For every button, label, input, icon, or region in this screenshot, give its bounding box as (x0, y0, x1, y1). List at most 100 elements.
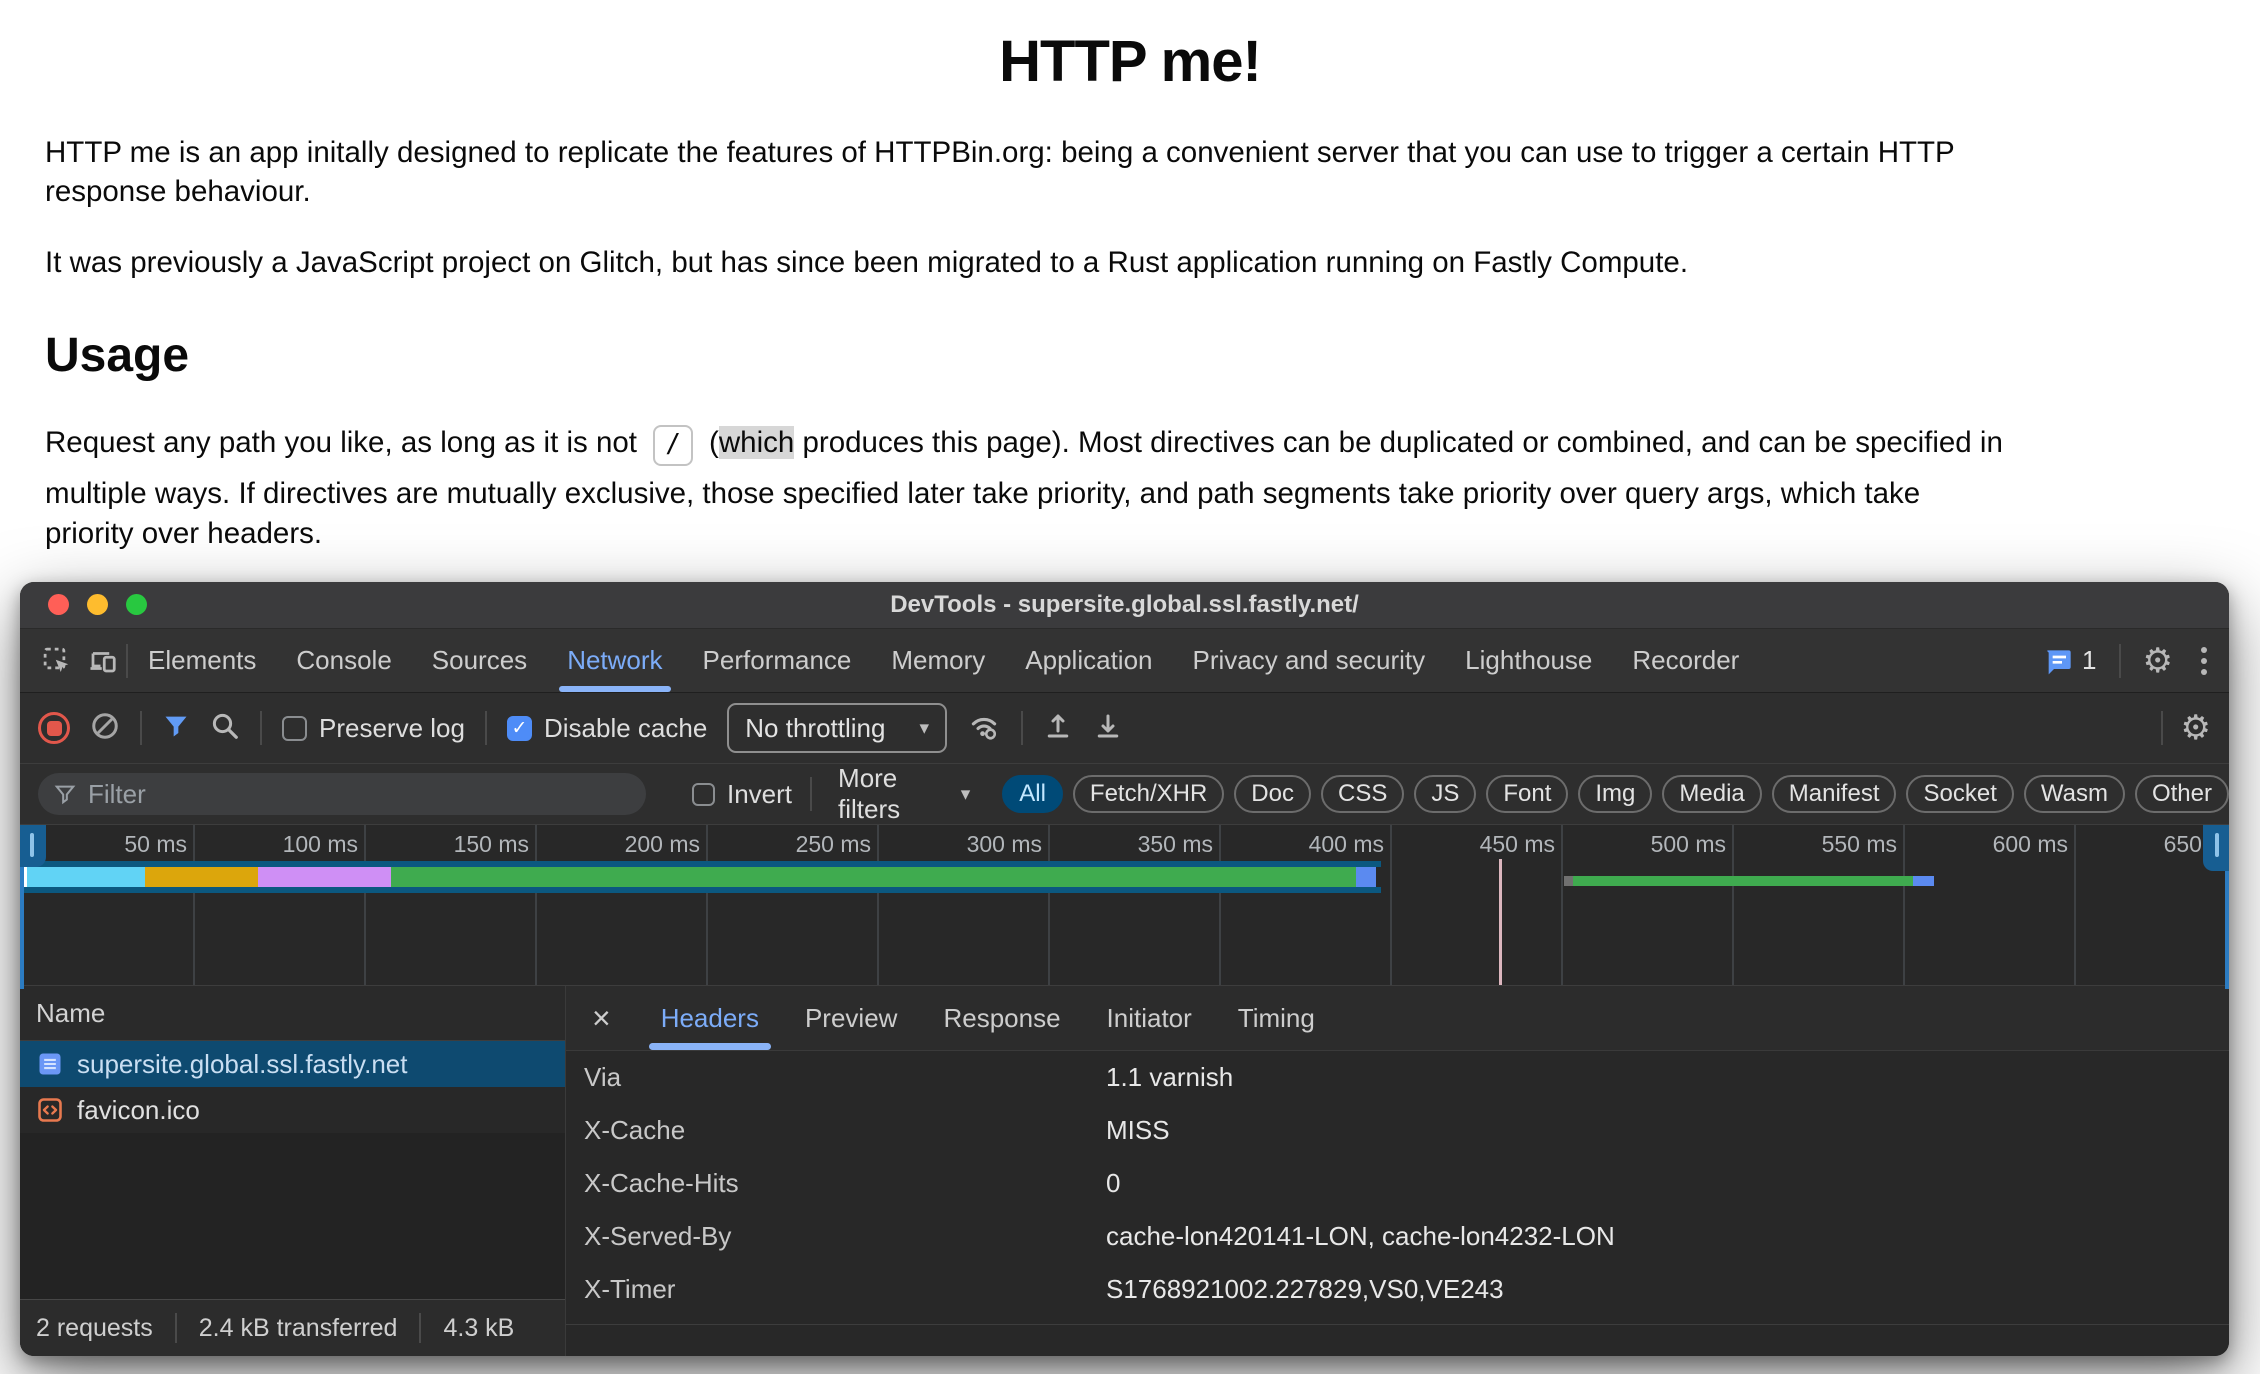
detail-tab-response[interactable]: Response (943, 986, 1060, 1050)
filter-chip-wasm[interactable]: Wasm (2024, 775, 2125, 813)
timeline-gridline (1219, 825, 1221, 989)
filter-chip-other[interactable]: Other (2135, 775, 2229, 813)
issues-bubble-icon (2042, 645, 2074, 677)
usage-line: Request any path you like, as long as it… (45, 423, 2215, 466)
waterfall-segment (1573, 876, 1913, 886)
timeline-gridline (193, 825, 195, 989)
overview-left-grip[interactable] (20, 825, 46, 867)
header-row: X-Cache-Hits0 (566, 1157, 2229, 1210)
filter-chip-fetch-xhr[interactable]: Fetch/XHR (1073, 775, 1224, 813)
header-value: MISS (1106, 1115, 1170, 1146)
filter-input[interactable]: Filter (38, 773, 646, 815)
tab-console[interactable]: Console (276, 629, 411, 692)
page-title: HTTP me! (0, 28, 2260, 95)
status-item: 2 requests (36, 1314, 153, 1343)
overview-right-grip[interactable] (2203, 825, 2229, 871)
timeline-gridline (535, 825, 537, 989)
divider (260, 711, 262, 745)
clear-icon[interactable] (90, 711, 120, 746)
import-har-icon[interactable] (1043, 711, 1073, 746)
issues-button[interactable]: 1 (2042, 645, 2096, 677)
timeline-tick-label: 250 ms (721, 831, 871, 858)
record-icon[interactable] (38, 712, 70, 744)
zoom-window-button[interactable] (126, 594, 147, 615)
filter-chip-css[interactable]: CSS (1321, 775, 1404, 813)
export-har-icon[interactable] (1093, 711, 1123, 746)
settings-gear-icon[interactable]: ⚙ (2143, 644, 2173, 678)
filter-placeholder: Filter (88, 779, 146, 810)
tab-memory[interactable]: Memory (871, 629, 1005, 692)
tab-recorder[interactable]: Recorder (1612, 629, 1759, 692)
tab-application[interactable]: Application (1005, 629, 1172, 692)
filter-chip-doc[interactable]: Doc (1234, 775, 1311, 813)
timeline-tick-label: 200 ms (550, 831, 700, 858)
detail-tab-timing[interactable]: Timing (1238, 986, 1315, 1050)
throttling-select[interactable]: No throttling ▾ (727, 703, 947, 753)
filter-chip-js[interactable]: JS (1414, 775, 1476, 813)
header-value: 1.1 varnish (1106, 1062, 1233, 1093)
timeline-tick-label: 300 ms (892, 831, 1042, 858)
waterfall-segment (1564, 876, 1573, 886)
timeline-gridline (1048, 825, 1050, 989)
tab-elements[interactable]: Elements (128, 629, 276, 692)
window-title: DevTools - supersite.global.ssl.fastly.n… (890, 591, 1359, 619)
migration-paragraph: It was previously a JavaScript project o… (45, 243, 2215, 282)
filter-chip-font[interactable]: Font (1486, 775, 1568, 813)
code-icon (36, 1096, 64, 1124)
response-headers-list: Via1.1 varnishX-CacheMISSX-Cache-Hits0X-… (566, 1051, 2229, 1316)
header-key: X-Cache-Hits (566, 1168, 1106, 1199)
name-column-header[interactable]: Name (20, 986, 565, 1041)
tab-network[interactable]: Network (547, 629, 682, 692)
disable-cache-checkbox[interactable]: ✓ (507, 716, 532, 741)
preserve-log-checkbox[interactable] (282, 716, 307, 741)
usage-paragraph: Request any path you like, as long as it… (45, 423, 2215, 554)
timeline-gridline (1903, 825, 1905, 989)
inline-code-slash: / (653, 425, 693, 466)
more-filters-button[interactable]: More filters ▾ (838, 763, 970, 825)
network-overview: 50 ms100 ms150 ms200 ms250 ms300 ms350 m… (20, 825, 2229, 989)
request-row[interactable]: supersite.global.ssl.fastly.net (20, 1041, 565, 1087)
filter-icon (54, 783, 76, 805)
timeline-tick-label: 150 ms (379, 831, 529, 858)
network-settings-gear-icon[interactable]: ⚙ (2181, 711, 2211, 745)
network-status-bar: 2 requests2.4 kB transferred4.3 kB (20, 1299, 566, 1356)
network-filterbar: Filter Invert More filters ▾ AllFetch/XH… (20, 764, 2229, 825)
filter-chip-img[interactable]: Img (1578, 775, 1652, 813)
timeline-tick-label: 550 ms (1747, 831, 1897, 858)
network-conditions-icon[interactable] (967, 709, 1001, 748)
detail-tab-headers[interactable]: Headers (661, 986, 759, 1050)
device-toolbar-icon[interactable] (80, 646, 126, 676)
detail-tabbar: × Headers Preview Response Initiator Timing (566, 986, 2229, 1051)
page-document: HTTP me! HTTP me is an app initally desi… (0, 0, 2260, 554)
inspect-icon[interactable] (34, 646, 80, 676)
kebab-menu-icon[interactable] (2195, 647, 2213, 675)
filter-chip-manifest[interactable]: Manifest (1772, 775, 1897, 813)
minimize-window-button[interactable] (87, 594, 108, 615)
tab-sources[interactable]: Sources (412, 629, 547, 692)
header-key: X-Timer (566, 1274, 1106, 1305)
header-row: X-CacheMISS (566, 1104, 2229, 1157)
filter-chip-all[interactable]: All (1002, 775, 1063, 813)
tab-lighthouse[interactable]: Lighthouse (1445, 629, 1612, 692)
search-icon[interactable] (210, 711, 240, 746)
request-row[interactable]: favicon.ico (20, 1087, 565, 1133)
preserve-log-label: Preserve log (319, 713, 465, 744)
tab-privacy-and-security[interactable]: Privacy and security (1173, 629, 1446, 692)
close-window-button[interactable] (48, 594, 69, 615)
detail-tab-preview[interactable]: Preview (805, 986, 897, 1050)
close-icon[interactable]: × (588, 1002, 615, 1034)
timeline-tick-label: 450 ms (1405, 831, 1555, 858)
waterfall-segment (27, 867, 145, 887)
tab-performance[interactable]: Performance (683, 629, 872, 692)
timeline-tick-label: 350 ms (1063, 831, 1213, 858)
filter-icon[interactable] (162, 712, 190, 745)
usage-line: multiple ways. If directives are mutuall… (45, 474, 2215, 514)
invert-checkbox[interactable] (692, 783, 715, 806)
timeline-gridline (2074, 825, 2076, 989)
highlighted-text: which (719, 426, 794, 459)
filter-chip-media[interactable]: Media (1662, 775, 1761, 813)
detail-tab-initiator[interactable]: Initiator (1107, 986, 1192, 1050)
header-row: Via1.1 varnish (566, 1051, 2229, 1104)
timeline-tick-label: 600 ms (1918, 831, 2068, 858)
filter-chip-socket[interactable]: Socket (1906, 775, 2013, 813)
